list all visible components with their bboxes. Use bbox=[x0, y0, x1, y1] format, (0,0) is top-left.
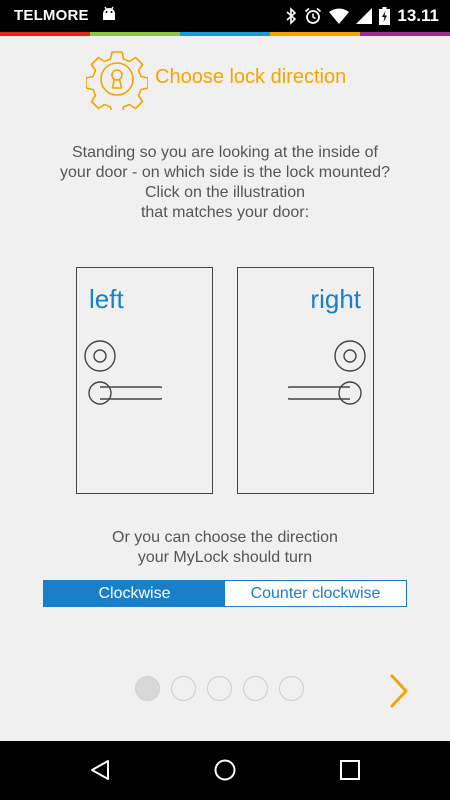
lock-handle-icon bbox=[288, 340, 366, 405]
instruction-line: Standing so you are looking at the insid… bbox=[72, 144, 378, 161]
back-icon[interactable] bbox=[88, 758, 112, 787]
strip-red bbox=[0, 32, 90, 36]
page-indicator bbox=[135, 676, 304, 701]
direction-hint: Or you can choose the direction your MyL… bbox=[20, 528, 430, 568]
clockwise-button[interactable]: Clockwise bbox=[44, 581, 225, 606]
alarm-icon bbox=[304, 7, 322, 30]
instruction-text: Standing so you are looking at the insid… bbox=[20, 143, 430, 223]
brand-color-strip bbox=[0, 32, 450, 36]
page-dot-4 bbox=[243, 676, 268, 701]
direction-toggle: Clockwise Counter clockwise bbox=[43, 580, 407, 607]
signal-icon bbox=[356, 8, 372, 29]
left-door-option[interactable]: left bbox=[76, 267, 213, 494]
page-title: Choose lock direction bbox=[155, 66, 347, 88]
clock: 13.11 bbox=[397, 6, 439, 25]
status-bar: TELMORE 13.11 bbox=[0, 0, 450, 32]
home-icon[interactable] bbox=[213, 758, 237, 787]
battery-charging-icon bbox=[379, 7, 390, 30]
page-dot-1 bbox=[135, 676, 160, 701]
instruction-line: your door - on which side is the lock mo… bbox=[60, 164, 390, 181]
carrier-name: TELMORE bbox=[14, 7, 89, 24]
left-door-label: left bbox=[89, 284, 124, 314]
system-nav-bar bbox=[0, 741, 450, 800]
page-dot-5 bbox=[279, 676, 304, 701]
strip-orange bbox=[270, 32, 360, 36]
counter-clockwise-button[interactable]: Counter clockwise bbox=[225, 581, 406, 606]
instruction-line: that matches your door: bbox=[140, 204, 310, 221]
page-header: Choose lock direction bbox=[0, 44, 450, 115]
android-icon bbox=[101, 6, 117, 29]
strip-green bbox=[90, 32, 180, 36]
instruction-line: Click on the illustration bbox=[144, 184, 306, 201]
page-dot-2 bbox=[171, 676, 196, 701]
gear-keyhole-icon bbox=[85, 48, 149, 115]
wifi-icon bbox=[329, 8, 349, 29]
recents-icon[interactable] bbox=[339, 758, 361, 787]
direction-hint-line: your MyLock should turn bbox=[137, 549, 313, 566]
page-dot-3 bbox=[207, 676, 232, 701]
next-arrow-icon[interactable] bbox=[386, 672, 414, 715]
bluetooth-icon bbox=[285, 7, 297, 30]
direction-hint-line: Or you can choose the direction bbox=[112, 529, 338, 546]
strip-purple bbox=[360, 32, 450, 36]
right-door-label: right bbox=[310, 284, 361, 314]
right-door-option[interactable]: right bbox=[237, 267, 374, 494]
lock-handle-icon bbox=[84, 340, 162, 405]
strip-blue bbox=[180, 32, 270, 36]
